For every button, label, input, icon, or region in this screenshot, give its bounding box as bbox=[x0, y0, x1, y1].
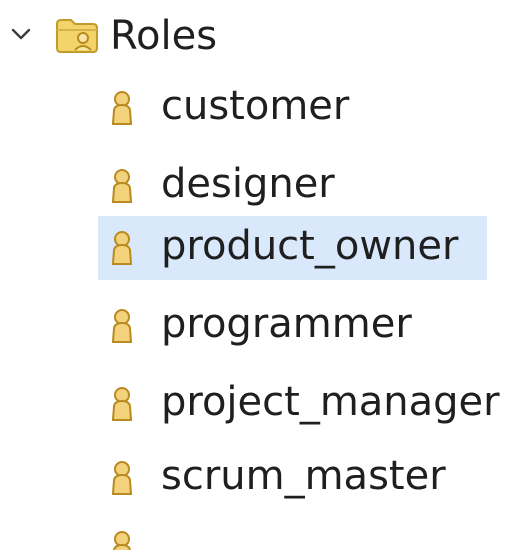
role-icon bbox=[108, 308, 136, 344]
tree-item-label: designer bbox=[161, 161, 335, 207]
tree-item-programmer[interactable]: programmer bbox=[98, 294, 487, 358]
tree-item-label: customer bbox=[161, 83, 350, 129]
role-icon bbox=[108, 530, 136, 550]
role-icon bbox=[108, 230, 136, 266]
tree-item-scrum-master[interactable]: scrum_master bbox=[98, 446, 487, 510]
tree-root-roles[interactable]: Roles bbox=[0, 4, 528, 68]
role-icon bbox=[108, 90, 136, 126]
role-icon bbox=[108, 386, 136, 422]
folder-roles-icon bbox=[53, 14, 101, 56]
tree-item-product-owner[interactable]: product_owner bbox=[98, 216, 487, 280]
tree-item-label: product_owner bbox=[161, 223, 459, 269]
role-icon bbox=[108, 460, 136, 496]
tree-item-designer[interactable]: designer bbox=[98, 154, 487, 218]
tree-item-project-manager[interactable]: project_manager bbox=[98, 372, 500, 436]
roles-tree: Roles customer designer product_owner pr… bbox=[0, 0, 528, 550]
chevron-down-icon[interactable] bbox=[10, 26, 32, 44]
tree-root-label: Roles bbox=[110, 13, 218, 59]
tree-item-label: scrum_master bbox=[161, 453, 446, 499]
tree-item-partial[interactable] bbox=[98, 530, 487, 550]
tree-item-customer[interactable]: customer bbox=[98, 76, 487, 140]
tree-item-label: project_manager bbox=[161, 379, 500, 425]
tree-item-label: programmer bbox=[161, 301, 412, 347]
role-icon bbox=[108, 168, 136, 204]
